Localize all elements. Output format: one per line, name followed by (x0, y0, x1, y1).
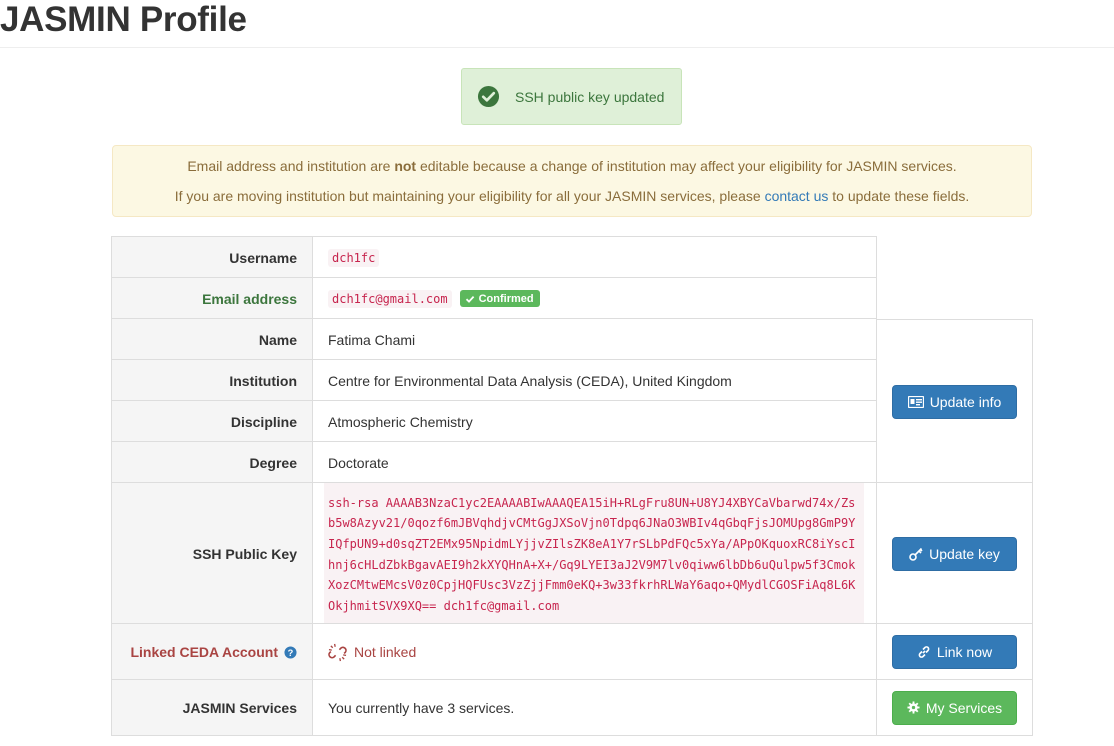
my-services-label: My Services (925, 699, 1003, 716)
not-linked-label: Not linked (354, 644, 417, 660)
my-services-cell: My Services (876, 679, 1033, 736)
profile-row-degree: Degree Doctorate (111, 441, 877, 484)
svg-text:?: ? (288, 647, 294, 657)
profile-row-services: JASMIN Services You currently have 3 ser… (111, 679, 1033, 736)
institution-value: Centre for Environmental Data Analysis (… (312, 359, 877, 402)
success-message: SSH public key updated (515, 88, 665, 105)
title-divider (0, 47, 1114, 48)
update-key-label: Update key (929, 545, 1000, 562)
check-icon (465, 295, 474, 303)
email-value: dch1fc@gmail.com (328, 289, 452, 308)
linked-account-label: Linked CEDA Account (130, 644, 278, 660)
id-card-icon (907, 395, 924, 408)
degree-value: Doctorate (312, 441, 877, 484)
profile-row-name: Name Fatima Chami (111, 318, 877, 361)
warning-text: Email address and institution are (187, 158, 395, 174)
link-icon (918, 646, 930, 658)
email-value-cell: dch1fc@gmail.com Confirmed (312, 277, 877, 320)
warning-line-1: Email address and institution are not ed… (113, 158, 1031, 174)
confirmed-badge: Confirmed (459, 290, 540, 307)
link-now-button[interactable]: Link now (892, 635, 1017, 669)
key-icon (909, 547, 923, 561)
email-label: Email address (111, 277, 313, 320)
success-alert: SSH public key updated (461, 68, 682, 125)
page-title: JASMIN Profile (0, 0, 247, 39)
gear-icon (907, 701, 920, 714)
name-value: Fatima Chami (312, 318, 877, 361)
warning-text: editable because a change of institution… (416, 158, 957, 174)
profile-row-linked-account: Linked CEDA Account ? Not linked Link no… (111, 623, 1033, 681)
warning-alert: Email address and institution are not ed… (112, 145, 1032, 217)
ssh-key-value-cell: ssh-rsa AAAAB3NzaC1yc2EAAAABIwAAAQEA15iH… (312, 482, 877, 625)
warning-emphasis: not (394, 158, 417, 174)
confirmed-badge-label: Confirmed (478, 292, 534, 305)
profile-row-ssh-key: SSH Public Key ssh-rsa AAAAB3NzaC1yc2EAA… (111, 482, 1033, 625)
profile-row-email: Email address dch1fc@gmail.com Confirmed (111, 277, 877, 320)
services-label: JASMIN Services (111, 679, 313, 736)
profile-row-institution: Institution Centre for Environmental Dat… (111, 359, 877, 402)
update-key-button[interactable]: Update key (892, 536, 1017, 571)
update-key-cell: Update key (876, 482, 1033, 625)
profile-row-discipline: Discipline Atmospheric Chemistry (111, 400, 877, 443)
warning-text: to update these fields. (828, 188, 970, 204)
ssh-key-value: ssh-rsa AAAAB3NzaC1yc2EAAAABIwAAAQEA15iH… (324, 482, 864, 625)
institution-label: Institution (111, 359, 313, 402)
link-now-label: Link now (936, 644, 993, 660)
linked-account-label-cell: Linked CEDA Account ? (111, 623, 313, 681)
services-value: You currently have 3 services. (312, 679, 877, 736)
check-circle-icon (477, 85, 500, 108)
discipline-value: Atmospheric Chemistry (312, 400, 877, 443)
discipline-label: Discipline (111, 400, 313, 443)
not-linked-status: Not linked (328, 643, 416, 662)
unlink-icon (328, 643, 347, 661)
username-value: dch1fc (328, 248, 380, 267)
name-label: Name (111, 318, 313, 361)
warning-line-2: If you are moving institution but mainta… (113, 188, 1031, 204)
contact-us-link[interactable]: contact us (765, 188, 829, 204)
question-circle-icon[interactable]: ? (284, 645, 297, 659)
username-label: Username (111, 236, 313, 279)
username-value-cell: dch1fc (312, 236, 877, 279)
my-services-button[interactable]: My Services (892, 690, 1017, 725)
update-info-label: Update info (929, 393, 1002, 410)
warning-text: If you are moving institution but mainta… (174, 188, 765, 204)
linked-account-value-cell: Not linked (312, 623, 877, 681)
link-now-cell: Link now (876, 623, 1033, 681)
degree-label: Degree (111, 441, 313, 484)
profile-row-username: Username dch1fc (111, 236, 877, 279)
update-info-button[interactable]: Update info (892, 384, 1017, 419)
update-info-cell: Update info (876, 319, 1033, 484)
ssh-key-label: SSH Public Key (111, 482, 313, 625)
